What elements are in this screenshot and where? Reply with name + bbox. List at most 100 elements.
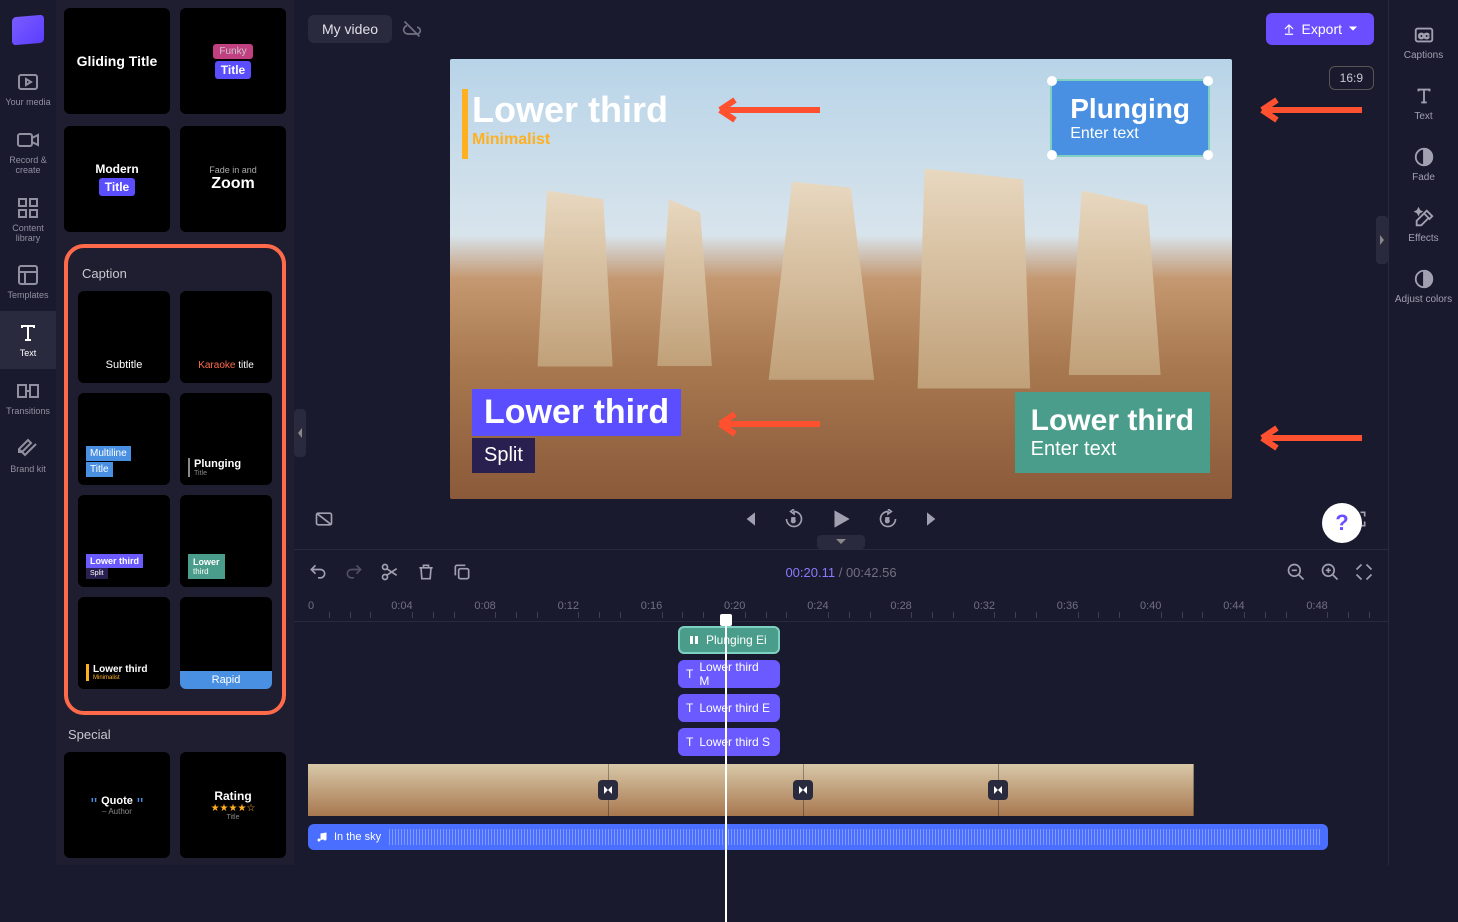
left-rail: Your media Record & create Content libra…: [0, 0, 56, 865]
asset-rapid[interactable]: Rapid: [180, 597, 272, 689]
fade-icon: [1413, 146, 1435, 168]
undo-icon[interactable]: [308, 562, 328, 582]
transition-1[interactable]: [598, 780, 618, 800]
asset-karaoke-title[interactable]: Karaoke title: [180, 291, 272, 383]
fit-icon[interactable]: [1354, 562, 1374, 582]
special-label: Special: [68, 727, 286, 742]
asset-gliding-title[interactable]: Gliding Title: [64, 8, 170, 114]
transitions-icon: [16, 379, 40, 403]
asset-lower-third-minimalist[interactable]: Lower third Minimalist: [78, 597, 170, 689]
ruler-mark: 0:12: [558, 600, 579, 612]
ruler-mark: 0:48: [1306, 600, 1327, 612]
nav-transitions[interactable]: Transitions: [0, 369, 56, 427]
delete-icon[interactable]: [416, 562, 436, 582]
top-bar: My video Export: [294, 0, 1388, 58]
zoom-out-icon[interactable]: [1286, 562, 1306, 582]
asset-lower-third-green[interactable]: Lower third: [180, 495, 272, 587]
clip-lower-third-3[interactable]: T Lower third S: [678, 728, 780, 756]
clip-lower-third-1[interactable]: T Lower third M: [678, 660, 780, 688]
asset-rating[interactable]: Rating ★★★★☆ Title: [180, 752, 286, 858]
collapse-left-panel[interactable]: [294, 409, 306, 457]
export-button[interactable]: Export: [1266, 13, 1374, 45]
panel-fade[interactable]: Fade: [1389, 134, 1458, 195]
asset-plunging[interactable]: Plunging Title: [180, 393, 272, 485]
audio-track[interactable]: In the sky: [308, 824, 1328, 850]
timecode: 00:20.11 / 00:42.56: [785, 565, 896, 580]
panel-effects[interactable]: Effects: [1389, 195, 1458, 256]
chevron-right-icon: [1378, 234, 1386, 246]
templates-icon: [16, 263, 40, 287]
clip-lower-third-2[interactable]: T Lower third E: [678, 694, 780, 722]
nav-brand-kit[interactable]: Brand kit: [0, 427, 56, 485]
safe-zone-icon[interactable]: [314, 509, 334, 529]
asset-quote[interactable]: " Quote – Author ": [64, 752, 170, 858]
duplicate-icon[interactable]: [452, 562, 472, 582]
split-icon[interactable]: [380, 562, 400, 582]
asset-panel: Gliding Title Funky Title Modern Title F…: [56, 0, 294, 865]
asset-funky-title[interactable]: Funky Title: [180, 8, 286, 114]
cloud-off-icon[interactable]: [402, 19, 422, 39]
text-icon: [16, 321, 40, 345]
collapse-right-panel[interactable]: [1376, 216, 1388, 264]
asset-lower-third-split[interactable]: Lower third Split: [78, 495, 170, 587]
media-icon: [16, 70, 40, 94]
skip-back-icon[interactable]: [740, 509, 760, 529]
playhead[interactable]: [725, 622, 727, 922]
panel-text[interactable]: Text: [1389, 73, 1458, 134]
forward-5-icon[interactable]: 5: [878, 509, 898, 529]
resize-handle-tl[interactable]: [1047, 76, 1057, 86]
overlay-lower-third-green[interactable]: Lower third Enter text: [1015, 392, 1210, 473]
resize-handle-tr[interactable]: [1203, 76, 1213, 86]
asset-multiline-title[interactable]: Multiline Title: [78, 393, 170, 485]
overlay-lower-third-split[interactable]: Lower third Split: [472, 389, 681, 473]
pause-bars-icon: [688, 634, 700, 646]
ruler-mark: 0:08: [474, 600, 495, 612]
overlay-plunging-selected[interactable]: Plunging Enter text: [1050, 79, 1210, 157]
ruler-mark: 0:28: [890, 600, 911, 612]
overlay-lower-third-minimalist[interactable]: Lower third Minimalist: [472, 89, 668, 149]
nav-record[interactable]: Record & create: [0, 118, 56, 186]
upload-icon: [1282, 22, 1296, 36]
asset-fade-zoom[interactable]: Fade in and Zoom: [180, 126, 286, 232]
svg-text:CC: CC: [1418, 32, 1429, 41]
chevron-down-icon: [835, 538, 847, 546]
zoom-in-icon[interactable]: [1320, 562, 1340, 582]
transition-3[interactable]: [988, 780, 1008, 800]
aspect-ratio-button[interactable]: 16:9: [1329, 66, 1374, 90]
ruler-mark: 0: [308, 600, 314, 612]
project-title[interactable]: My video: [308, 15, 392, 43]
panel-captions[interactable]: CC Captions: [1389, 12, 1458, 73]
clip-plunging[interactable]: Plunging Ei: [678, 626, 780, 654]
ruler-mark: 0:16: [641, 600, 662, 612]
main-area: My video Export 16:9 Lower third Minimal…: [294, 0, 1388, 865]
timeline-tracks[interactable]: Plunging Ei T Lower third M T Lower thir…: [294, 622, 1388, 865]
nav-your-media[interactable]: Your media: [0, 60, 56, 118]
rewind-5-icon[interactable]: 5: [784, 509, 804, 529]
video-canvas[interactable]: Lower third Minimalist Plunging Enter te…: [450, 59, 1232, 499]
resize-handle-bl[interactable]: [1047, 150, 1057, 160]
timeline-tools: 00:20.11 / 00:42.56: [294, 550, 1388, 594]
svg-text:5: 5: [792, 517, 796, 524]
skip-forward-icon[interactable]: [922, 509, 942, 529]
annotation-arrow-1: [700, 95, 820, 125]
asset-modern-title[interactable]: Modern Title: [64, 126, 170, 232]
ruler-mark: 0:20: [724, 600, 745, 612]
collapse-preview[interactable]: [817, 535, 865, 549]
ruler-mark: 0:04: [391, 600, 412, 612]
nav-content-library[interactable]: Content library: [0, 186, 56, 254]
panel-adjust-colors[interactable]: Adjust colors: [1389, 256, 1458, 317]
video-track[interactable]: [308, 764, 1194, 816]
ruler-mark: 0:32: [974, 600, 995, 612]
player-controls: 5 5: [294, 499, 1388, 539]
app-logo: [12, 15, 44, 46]
nav-text[interactable]: Text: [0, 311, 56, 369]
timeline-section: 00:20.11 / 00:42.56 0 0:04 0:08 0:12 0:16 0:2…: [294, 549, 1388, 865]
timeline-ruler[interactable]: 00:040:080:120:160:200:240:280:320:360:4…: [294, 594, 1388, 622]
help-button[interactable]: ?: [1322, 503, 1362, 543]
nav-templates[interactable]: Templates: [0, 253, 56, 311]
play-icon[interactable]: [828, 506, 854, 532]
redo-icon[interactable]: [344, 562, 364, 582]
asset-subtitle[interactable]: Subtitle: [78, 291, 170, 383]
transition-2[interactable]: [793, 780, 813, 800]
resize-handle-br[interactable]: [1203, 150, 1213, 160]
